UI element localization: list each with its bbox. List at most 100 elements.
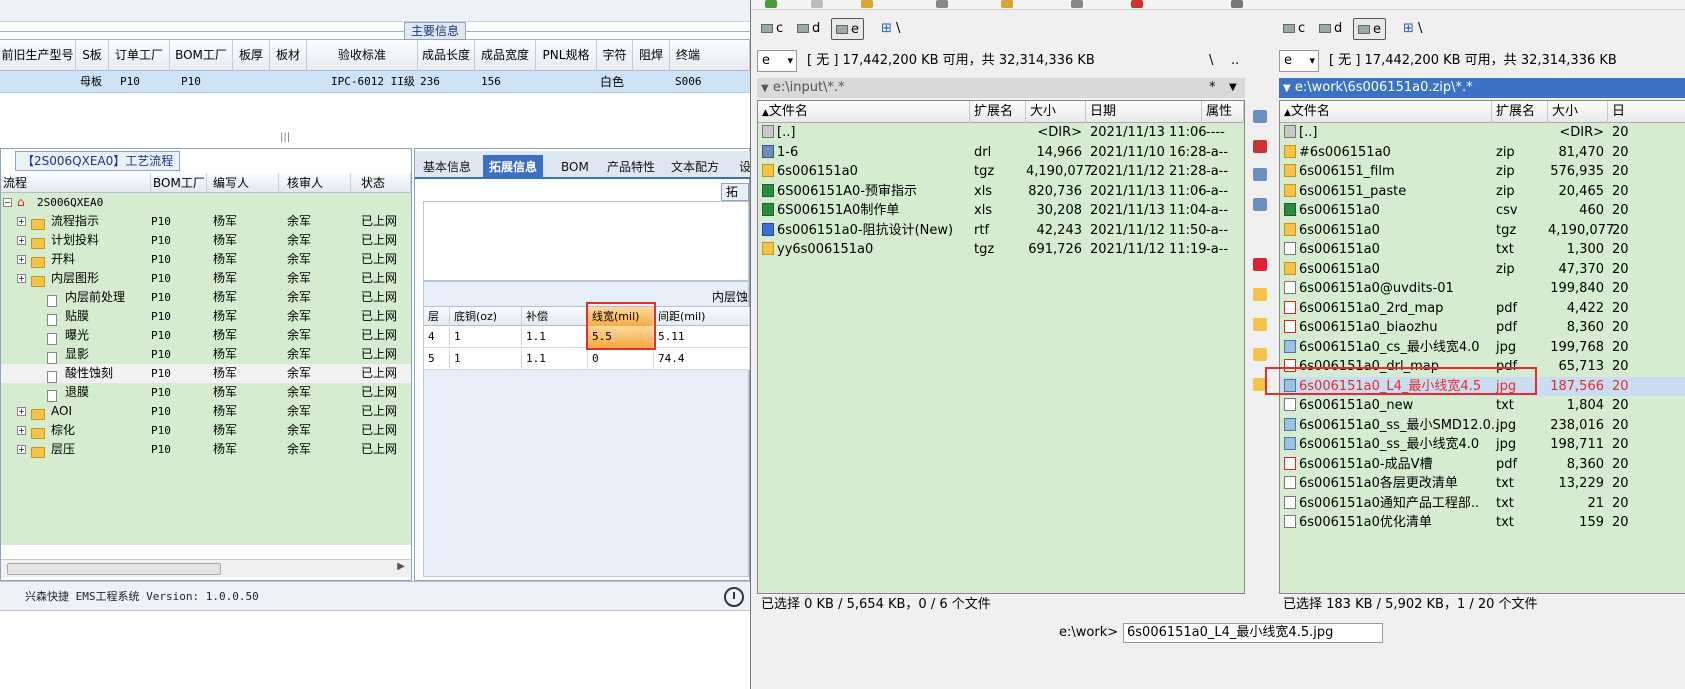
copy-file-icon[interactable]: [1253, 168, 1267, 181]
expand-toggle[interactable]: +: [17, 269, 26, 288]
tree-row[interactable]: + 流程指示 P10 杨军 余军 已上网: [1, 212, 411, 231]
file-row[interactable]: 6s006151a0_ss_最小SMD12.0.. jpg 238,016 20: [1280, 416, 1685, 436]
file-row[interactable]: 6s006151a0 txt 1,300 20: [1280, 240, 1685, 260]
order-grid-row[interactable]: 母板 P10 P10 IPC-6012 II级 236 156 白色 S006: [0, 71, 750, 93]
horizontal-scrollbar[interactable]: ▶: [1, 559, 411, 577]
expand-toggle[interactable]: +: [17, 421, 26, 440]
chevron-down-icon[interactable]: ▼: [761, 83, 769, 94]
tree-row[interactable]: + 计划投料 P10 杨军 余军 已上网: [1, 231, 411, 250]
col-header[interactable]: 前旧生产型号: [0, 40, 76, 71]
network-drive-button[interactable]: ⊞ \: [877, 18, 904, 40]
file-row[interactable]: 6s006151a0通知产品工程部.. txt 21 20: [1280, 494, 1685, 514]
col-header[interactable]: 终端: [670, 40, 750, 71]
file-row[interactable]: #6s006151a0 zip 81,470 20: [1280, 143, 1685, 163]
col-header[interactable]: 验收标准: [307, 40, 418, 71]
col-header-name[interactable]: ▲文件名: [758, 101, 970, 123]
file-row[interactable]: 6s006151a0-成品V槽 pdf 8,360 20: [1280, 455, 1685, 475]
extend-button[interactable]: 拓: [721, 183, 749, 201]
clock-icon[interactable]: [724, 587, 744, 607]
folder-icon[interactable]: [1253, 348, 1267, 361]
splitter-grip[interactable]: |||: [280, 132, 290, 143]
file-row[interactable]: 6s006151a0_2rd_map pdf 4,422 20: [1280, 299, 1685, 319]
col-header[interactable]: 间距(mil): [654, 307, 750, 327]
tab-bom[interactable]: BOM: [555, 155, 595, 179]
move-file-icon[interactable]: [1253, 198, 1267, 211]
tree-row[interactable]: + 内层图形 P10 杨军 余军 已上网: [1, 269, 411, 288]
tree-row[interactable]: 显影 P10 杨军 余军 已上网: [1, 345, 411, 364]
file-row[interactable]: 6S006151A0-预审指示 xls 820,736 2021/11/13 11:0…: [758, 182, 1244, 202]
col-header-name[interactable]: ▲文件名: [1280, 101, 1492, 123]
copy-icon[interactable]: [1001, 0, 1013, 8]
delete-icon[interactable]: [1131, 0, 1143, 8]
view-file-icon[interactable]: [1253, 110, 1267, 123]
tree-row[interactable]: + AOI P10 杨军 余军 已上网: [1, 402, 411, 421]
col-header[interactable]: 阻焊: [633, 40, 670, 71]
tree-row[interactable]: 贴膜 P10 杨军 余军 已上网: [1, 307, 411, 326]
file-row[interactable]: 6s006151_paste zip 20,465 20: [1280, 182, 1685, 202]
chevron-down-icon[interactable]: ▼: [1229, 78, 1237, 98]
file-row[interactable]: 6s006151a0@uvdits-01 199,840 20: [1280, 279, 1685, 299]
col-header-attr[interactable]: 属性: [1202, 101, 1244, 123]
drive-c-button[interactable]: c: [1279, 18, 1309, 40]
tree-row[interactable]: + 棕化 P10 杨军 余军 已上网: [1, 421, 411, 440]
drive-d-button[interactable]: d: [793, 18, 824, 40]
drive-e-button[interactable]: e: [831, 18, 864, 40]
col-header[interactable]: S板: [76, 40, 109, 71]
col-header[interactable]: 字符: [597, 40, 633, 71]
terminal-icon[interactable]: [1231, 0, 1243, 8]
scrollbar-thumb[interactable]: [7, 563, 221, 575]
file-row[interactable]: 6s006151a0_new txt 1,804 20: [1280, 396, 1685, 416]
new-folder-icon[interactable]: [1253, 288, 1267, 301]
col-header[interactable]: 订单工厂: [109, 40, 170, 71]
root-button[interactable]: \: [1209, 48, 1213, 74]
file-row[interactable]: [..] <DIR> 2021/11/13 11:06 ----: [758, 123, 1244, 143]
left-drive-select[interactable]: e: [757, 50, 797, 72]
tree-row[interactable]: + 层压 P10 杨军 余军 已上网: [1, 440, 411, 459]
col-header[interactable]: 板厚: [233, 40, 270, 71]
file-row[interactable]: 6s006151a0_biaozhu pdf 8,360 20: [1280, 318, 1685, 338]
col-header[interactable]: 成品长度: [418, 40, 475, 71]
right-path-bar[interactable]: ▼ e:\work\6s006151a0.zip\*.*: [1279, 78, 1685, 98]
file-row[interactable]: 6s006151a0各层更改清单 txt 13,229 20: [1280, 474, 1685, 494]
col-header-ext[interactable]: 扩展名: [970, 101, 1026, 123]
collapse-toggle[interactable]: −: [3, 193, 12, 212]
folder-icon[interactable]: [1253, 318, 1267, 331]
col-header[interactable]: 底铜(oz): [450, 307, 522, 327]
file-row[interactable]: 6s006151a0 tgz 4,190,077 2021/11/12 21:28 -a…: [758, 162, 1244, 182]
tab-basic-info[interactable]: 基本信息: [417, 155, 477, 179]
file-row[interactable]: [..] <DIR> 20: [1280, 123, 1685, 143]
col-header-ext[interactable]: 扩展名: [1492, 101, 1548, 123]
expand-toggle[interactable]: +: [17, 402, 26, 421]
col-header[interactable]: BOM工厂: [170, 40, 233, 71]
file-row[interactable]: 6s006151a0 csv 460 20: [1280, 201, 1685, 221]
file-row[interactable]: 6s006151a0 zip 47,370 20: [1280, 260, 1685, 280]
tree-row[interactable]: 退膜 P10 杨军 余军 已上网: [1, 383, 411, 402]
expand-toggle[interactable]: +: [17, 231, 26, 250]
network-drive-button[interactable]: ⊞ \: [1399, 18, 1426, 40]
col-header[interactable]: 核审人: [279, 173, 351, 193]
col-header[interactable]: 流程: [1, 173, 151, 193]
col-header[interactable]: BOM工厂: [151, 173, 207, 193]
drive-d-button[interactable]: d: [1315, 18, 1346, 40]
tab-text-recipe[interactable]: 文本配方: [665, 155, 725, 179]
chevron-down-icon[interactable]: ▼: [1283, 83, 1291, 94]
col-header[interactable]: PNL规格: [536, 40, 597, 71]
view-icon[interactable]: [811, 0, 823, 8]
file-row[interactable]: 1-6 drl 14,966 2021/11/10 16:28 -a--: [758, 143, 1244, 163]
folder-icon[interactable]: [861, 0, 873, 8]
drive-c-button[interactable]: c: [757, 18, 787, 40]
expand-toggle[interactable]: +: [17, 250, 26, 269]
file-row[interactable]: 6s006151a0_ss_最小线宽4.0 jpg 198,711 20: [1280, 435, 1685, 455]
left-path-bar[interactable]: ▼ e:\input\*.* * ▼: [757, 78, 1245, 98]
tree-row[interactable]: 曝光 P10 杨军 余军 已上网: [1, 326, 411, 345]
expand-toggle[interactable]: +: [17, 440, 26, 459]
col-header[interactable]: 编写人: [207, 173, 279, 193]
scroll-right-arrow[interactable]: ▶: [397, 561, 405, 572]
command-input[interactable]: 6s006151a0_L4_最小线宽4.5.jpg: [1123, 623, 1383, 643]
file-row[interactable]: 6s006151a0_cs_最小线宽4.0 jpg 199,768 20: [1280, 338, 1685, 358]
col-header-date[interactable]: 日期: [1086, 101, 1202, 123]
col-header-size[interactable]: 大小: [1026, 101, 1086, 123]
file-row[interactable]: 6s006151a0 tgz 4,190,077 20: [1280, 221, 1685, 241]
back-icon[interactable]: [936, 0, 948, 8]
tree-row[interactable]: + 开料 P10 杨军 余军 已上网: [1, 250, 411, 269]
